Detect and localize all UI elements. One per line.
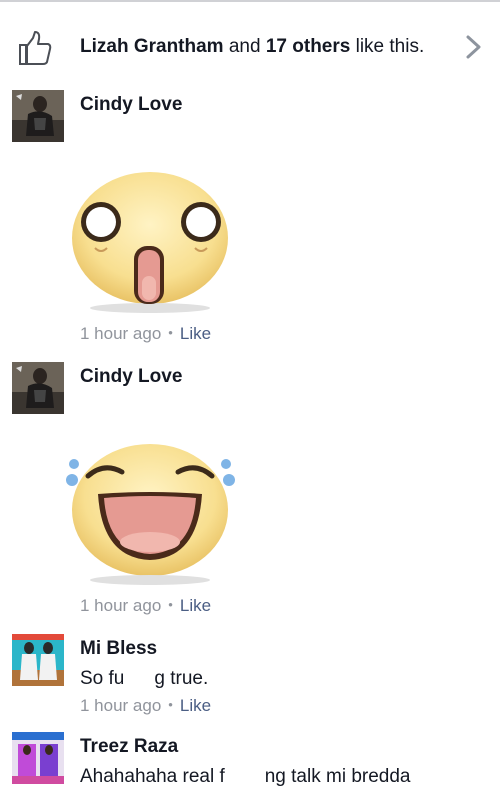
comment-like-link[interactable]: Like — [180, 596, 211, 615]
avatar[interactable] — [12, 90, 64, 142]
separator-dot: • — [168, 597, 173, 612]
comment-text: Ahahahaha real f ng talk mi bredda — [80, 766, 410, 788]
avatar[interactable] — [12, 634, 64, 686]
comment-like-link[interactable]: Like — [180, 696, 211, 715]
comment-text-start: Ahahahaha real f — [80, 766, 225, 787]
chevron-right-icon[interactable] — [462, 34, 484, 60]
commenter-name[interactable]: Cindy Love — [80, 94, 182, 116]
separator-dot: • — [168, 697, 173, 712]
comment-text-end: ng talk mi bredda — [264, 766, 411, 787]
commenter-name[interactable]: Treez Raza — [80, 736, 178, 758]
thumbs-up-icon — [19, 31, 52, 65]
comment-meta: 1 hour ago • Like — [80, 596, 211, 616]
comment-text-start: So fu — [80, 668, 125, 689]
commenter-name[interactable]: Mi Bless — [80, 638, 157, 660]
comment-meta: 1 hour ago • Like — [80, 324, 211, 344]
top-divider — [0, 0, 500, 2]
laughing-tears-sticker — [66, 444, 235, 585]
likes-others-count[interactable]: 17 others — [266, 36, 350, 57]
censored-region — [224, 766, 265, 788]
comment-timestamp: 1 hour ago — [80, 696, 162, 715]
comment-meta: 1 hour ago • Like — [80, 696, 211, 716]
commenter-name[interactable]: Cindy Love — [80, 366, 182, 388]
avatar[interactable] — [12, 362, 64, 414]
likes-summary-text[interactable]: Lizah Grantham and 17 others like this. — [80, 36, 424, 58]
likes-suffix: like this. — [355, 36, 425, 57]
likes-and: and — [228, 36, 261, 57]
comment-like-link[interactable]: Like — [180, 324, 211, 343]
comment-timestamp: 1 hour ago — [80, 324, 162, 343]
liker-name[interactable]: Lizah Grantham — [80, 36, 224, 57]
censored-region — [124, 668, 155, 690]
comment-timestamp: 1 hour ago — [80, 596, 162, 615]
comment-text: So fu g true. — [80, 668, 208, 690]
avatar[interactable] — [12, 732, 64, 784]
comment-text-end: g true. — [154, 668, 209, 689]
likes-summary-bar[interactable]: Lizah Grantham and 17 others like this. — [0, 18, 500, 78]
shocked-face-sticker — [72, 172, 228, 313]
separator-dot: • — [168, 325, 173, 340]
